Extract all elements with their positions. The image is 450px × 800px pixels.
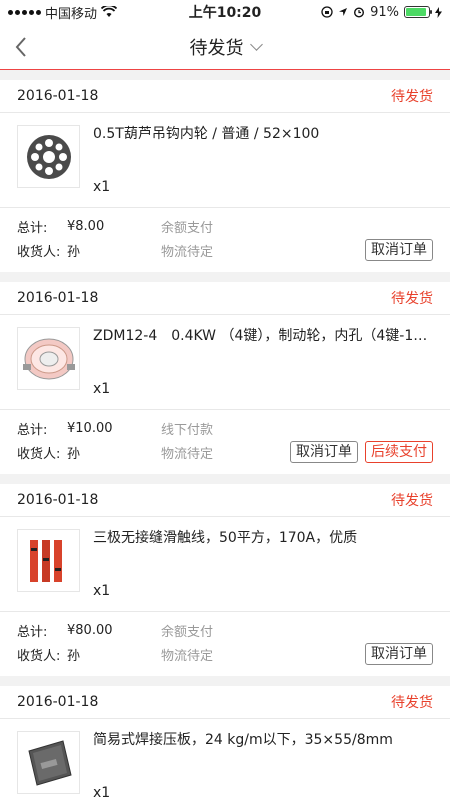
- payment-method: 线下付款: [161, 422, 214, 438]
- order-status: 待发货: [391, 493, 433, 509]
- payment-method: 余额支付: [161, 220, 214, 236]
- clock: 上午10:20: [188, 5, 262, 21]
- order-card[interactable]: 2016-01-18 待发货 三极无接缝滑触线，50平方，170A，优质 x1 …: [0, 484, 450, 676]
- battery-icon: [404, 6, 432, 18]
- product-row[interactable]: 三极无接缝滑触线，50平方，170A，优质 x1: [0, 517, 450, 612]
- product-row[interactable]: 0.5T葫芦吊钩内轮 / 普通 / 52×100 x1: [0, 113, 450, 208]
- wifi-icon: [101, 6, 118, 17]
- back-button[interactable]: [14, 32, 38, 62]
- logistics-status: 物流待定: [161, 648, 214, 664]
- order-card[interactable]: 2016-01-18 待发货 0.5T葫芦吊钩内轮 / 普通 / 52×100 …: [0, 80, 450, 272]
- receiver-label: 收货人:: [17, 648, 61, 664]
- signal-icon: [8, 9, 41, 15]
- product-quantity: x1: [93, 785, 111, 800]
- receiver-name: 孙: [67, 648, 81, 664]
- chevron-left-icon: [15, 37, 26, 57]
- total-label: 总计:: [17, 422, 48, 438]
- receiver-label: 收货人:: [17, 244, 61, 260]
- order-header: 2016-01-18 待发货: [0, 80, 450, 113]
- order-footer: 总计: ¥8.00 余额支付 收货人: 孙 物流待定 取消订单: [0, 208, 450, 272]
- logistics-status: 物流待定: [161, 244, 214, 260]
- nav-bar: 待发货: [0, 24, 450, 70]
- receiver-label: 收货人:: [17, 446, 61, 462]
- product-name: 0.5T葫芦吊钩内轮 / 普通 / 52×100: [93, 126, 320, 142]
- order-footer: 总计: ¥10.00 线下付款 收货人: 孙 物流待定 取消订单 后续支付: [0, 410, 450, 474]
- location-icon: [339, 8, 348, 16]
- product-name: 三极无接缝滑触线，50平方，170A，优质: [93, 530, 358, 546]
- product-quantity: x1: [93, 179, 111, 195]
- charging-icon: [435, 6, 442, 18]
- page-title-dropdown[interactable]: 待发货: [189, 34, 263, 60]
- order-list: 2016-01-18 待发货 0.5T葫芦吊钩内轮 / 普通 / 52×100 …: [0, 80, 450, 800]
- order-date: 2016-01-18: [17, 290, 99, 306]
- battery-percent: 91%: [370, 4, 399, 20]
- product-row[interactable]: 简易式焊接压板，24 kg/m以下，35×55/8mm x1: [0, 719, 450, 800]
- logistics-status: 物流待定: [161, 446, 214, 462]
- order-header: 2016-01-18 待发货: [0, 686, 450, 719]
- product-image: [17, 529, 80, 592]
- product-quantity: x1: [93, 381, 111, 397]
- order-header: 2016-01-18 待发货: [0, 282, 450, 315]
- rotation-lock-icon: [321, 6, 333, 18]
- product-image: [17, 125, 80, 188]
- cancel-order-button[interactable]: 取消订单: [290, 441, 358, 463]
- product-name: ZDM12-4 0.4KW （4键），制动轮，内孔（4键-16...: [93, 328, 433, 344]
- receiver-name: 孙: [67, 244, 81, 260]
- alarm-icon: [354, 7, 365, 18]
- cancel-order-button[interactable]: 取消订单: [365, 239, 433, 261]
- order-date: 2016-01-18: [17, 88, 99, 104]
- total-value: ¥8.00: [67, 218, 105, 234]
- pay-later-button[interactable]: 后续支付: [365, 441, 433, 463]
- order-header: 2016-01-18 待发货: [0, 484, 450, 517]
- order-date: 2016-01-18: [17, 694, 99, 710]
- product-image: [17, 731, 80, 794]
- chevron-down-icon: [249, 38, 263, 51]
- order-date: 2016-01-18: [17, 492, 99, 508]
- cancel-order-button[interactable]: 取消订单: [365, 643, 433, 665]
- order-card[interactable]: 2016-01-18 待发货 简易式焊接压板，24 kg/m以下，35×55/8…: [0, 686, 450, 800]
- total-label: 总计:: [17, 220, 48, 236]
- product-image: [17, 327, 80, 390]
- product-name: 简易式焊接压板，24 kg/m以下，35×55/8mm: [93, 732, 393, 748]
- total-value: ¥10.00: [67, 420, 113, 436]
- payment-method: 余额支付: [161, 624, 214, 640]
- status-bar: 中国移动 上午10:20 91%: [0, 0, 450, 24]
- total-value: ¥80.00: [67, 622, 113, 638]
- carrier-label: 中国移动: [45, 6, 98, 22]
- order-footer: 总计: ¥80.00 余额支付 收货人: 孙 物流待定 取消订单: [0, 612, 450, 676]
- total-label: 总计:: [17, 624, 48, 640]
- receiver-name: 孙: [67, 446, 81, 462]
- order-card[interactable]: 2016-01-18 待发货 ZDM12-4 0.4KW （4键），制动轮，内孔…: [0, 282, 450, 474]
- product-row[interactable]: ZDM12-4 0.4KW （4键），制动轮，内孔（4键-16... x1: [0, 315, 450, 410]
- order-status: 待发货: [391, 89, 433, 105]
- order-status: 待发货: [391, 291, 433, 307]
- order-status: 待发货: [391, 695, 433, 711]
- page-title: 待发货: [189, 37, 244, 59]
- product-quantity: x1: [93, 583, 111, 599]
